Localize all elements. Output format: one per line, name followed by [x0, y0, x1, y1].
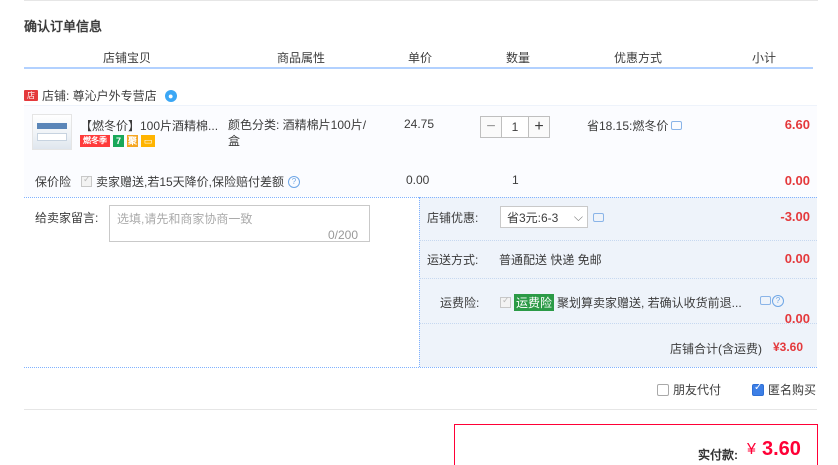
shipping-amount: 0.00	[784, 251, 810, 266]
col-header-attr: 商品属性	[277, 51, 326, 65]
quantity-input[interactable]: 1	[502, 116, 528, 138]
panel-top-border	[24, 197, 817, 198]
panel-split-border	[419, 197, 420, 367]
shipping-method: 普通配送 快递 免邮	[499, 253, 602, 267]
freight-insurance-text: 聚划算卖家赠送, 若确认收货前退...	[557, 296, 742, 310]
decrease-qty-button[interactable]: −	[480, 116, 502, 138]
insurance-subtotal: 0.00	[784, 173, 810, 188]
col-header-qty: 数量	[506, 51, 531, 65]
shop-total-value: ¥3.60	[773, 340, 804, 354]
freight-insurance-checkbox	[500, 295, 511, 308]
anonymous-checkbox[interactable]	[752, 382, 764, 396]
product-tags: 燃冬季 7 聚 ▭	[80, 135, 155, 147]
col-header-price: 单价	[408, 51, 433, 65]
product-thumbnail[interactable]	[32, 114, 72, 150]
discount-detail-icon[interactable]	[593, 213, 604, 222]
promo-text: 省18.15:燃冬价	[587, 119, 669, 133]
chevron-down-icon: ⌵	[573, 210, 583, 224]
anonymous-label: 匿名购买	[768, 383, 817, 397]
top-divider	[24, 0, 818, 1]
friend-pay-checkbox[interactable]	[657, 383, 669, 396]
seven-day-return-tag: 7	[113, 135, 124, 147]
shop-discount-select[interactable]: 省3元:6-3 ⌵	[500, 206, 588, 228]
promo-info: 省18.15:燃冬价	[587, 117, 683, 134]
pay-amount: 3.60	[762, 438, 801, 460]
item-subtotal: 6.60	[784, 117, 810, 132]
pay-currency: ¥	[747, 441, 756, 458]
freight-insurance-label: 运费险:	[440, 296, 480, 310]
insurance-text: 卖家赠送,若15天降价,保险赔付差额	[96, 175, 285, 189]
row-divider	[419, 240, 817, 241]
options-divider	[24, 409, 817, 410]
price-insurance-info: 卖家赠送,若15天降价,保险赔付差额 ?	[81, 173, 301, 190]
product-title-link[interactable]: 【燃冬价】100片酒精棉...	[80, 117, 225, 134]
page-title: 确认订单信息	[24, 19, 103, 34]
insurance-checkbox	[81, 174, 92, 187]
col-header-promo: 优惠方式	[614, 51, 663, 65]
freight-insurance-amount: 0.00	[784, 311, 810, 326]
insurance-price: 0.00	[406, 173, 430, 187]
anonymous-option[interactable]: 匿名购买	[752, 381, 816, 398]
shop-discount-amount: -3.00	[780, 209, 810, 224]
chat-wangwang-icon[interactable]: ●	[164, 89, 177, 102]
message-label: 给卖家留言:	[35, 211, 99, 225]
freight-insurance-tag: 运费险	[514, 294, 555, 311]
shop-discount-label: 店铺优惠:	[427, 211, 479, 225]
row-divider	[419, 278, 817, 279]
pay-label: 实付款:	[698, 448, 738, 462]
col-header-item: 店铺宝贝	[103, 51, 152, 65]
shop-total-label: 店铺合计(含运费)	[670, 342, 762, 356]
freight-insurance-info: 运费险 聚划算卖家赠送, 若确认收货前退...	[500, 294, 742, 311]
header-divider	[24, 67, 813, 69]
quantity-stepper: − 1 +	[480, 116, 550, 138]
shipping-label: 运送方式:	[427, 253, 479, 267]
friend-pay-option[interactable]: 朋友代付	[657, 381, 721, 398]
promo-tag: 燃冬季	[80, 135, 110, 147]
freight-detail-icon[interactable]	[760, 296, 771, 305]
increase-qty-button[interactable]: +	[528, 116, 550, 138]
help-icon[interactable]: ?	[288, 175, 301, 188]
row-divider	[419, 323, 817, 324]
product-attributes: 颜色分类: 酒精棉片100片/盒	[228, 118, 367, 148]
message-placeholder: 选填,请先和商家协商一致	[117, 212, 253, 226]
shop-name[interactable]: 店铺: 尊沁户外专营店	[42, 87, 157, 104]
unit-price: 24.75	[404, 117, 435, 131]
price-insurance-label: 保价险	[35, 175, 72, 189]
shop-icon: 店	[24, 90, 38, 101]
insurance-qty: 1	[512, 173, 519, 187]
message-char-count: 0/200	[328, 228, 359, 242]
juhuasuan-tag: 聚	[127, 135, 138, 147]
credit-card-icon: ▭	[141, 135, 155, 147]
col-header-subtotal: 小计	[752, 51, 777, 65]
friend-pay-label: 朋友代付	[673, 383, 722, 397]
panel-bottom-border	[24, 367, 817, 368]
shop-line: 店 店铺: 尊沁户外专营店 ●	[24, 87, 177, 104]
help-icon[interactable]: ?	[772, 295, 784, 307]
promo-detail-icon[interactable]	[671, 121, 683, 130]
shop-discount-value: 省3元:6-3	[507, 210, 559, 225]
